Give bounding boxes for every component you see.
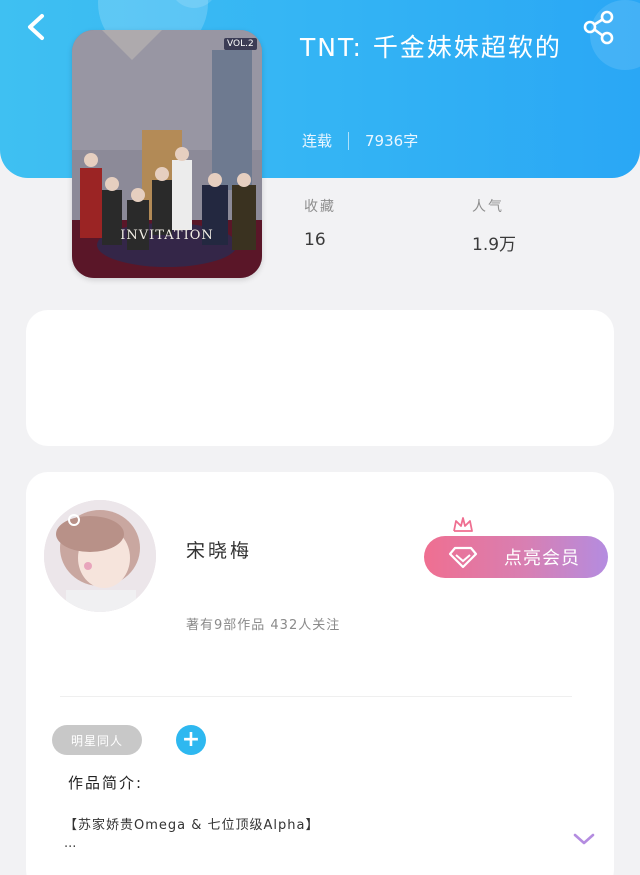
intro-ellipsis: ... [64, 836, 77, 851]
section-divider [60, 696, 572, 697]
popularity-stat: 人气 1.9万 [472, 196, 516, 255]
expand-intro-button[interactable] [572, 830, 596, 848]
empty-card [26, 310, 614, 446]
status-row: 连载 7936字 [302, 130, 418, 151]
intro-text: 【苏家娇贵Omega & 七位顶级Alpha】 [64, 818, 320, 833]
add-tag-button[interactable]: + [176, 725, 206, 755]
serial-status: 连载 [302, 132, 333, 150]
vip-button[interactable]: 点亮会员 [424, 536, 608, 578]
avatar[interactable] [44, 500, 156, 612]
crown-icon [453, 517, 473, 532]
cover-title: INVITATION [120, 228, 214, 243]
avatar-image [44, 500, 156, 612]
chevron-down-icon [573, 833, 595, 845]
chevron-left-icon [28, 14, 44, 40]
favorites-value: 16 [304, 230, 326, 250]
share-icon [583, 10, 614, 45]
diamond-icon [448, 546, 478, 569]
author-meta: 著有9部作品 432人关注 [186, 618, 341, 633]
vip-button-label: 点亮会员 [504, 548, 580, 569]
popularity-value: 1.9万 [472, 235, 517, 255]
tag-item[interactable]: 明星同人 [52, 725, 142, 755]
favorites-stat: 收藏 16 [304, 196, 336, 250]
book-cover[interactable]: VOL.2 INVITATION [72, 30, 262, 278]
share-button[interactable] [580, 8, 618, 46]
popularity-label: 人气 [472, 199, 504, 215]
back-button[interactable] [22, 10, 52, 44]
author-name[interactable]: 宋晓梅 [186, 536, 252, 563]
intro-label: 作品简介: [68, 774, 144, 792]
cover-vol-label: VOL.2 [224, 38, 257, 50]
divider [348, 131, 350, 150]
plus-icon: + [181, 727, 201, 752]
word-count: 7936字 [365, 132, 419, 150]
favorites-label: 收藏 [304, 199, 336, 215]
book-title: TNT: 千金妹妹超软的 [300, 33, 562, 62]
